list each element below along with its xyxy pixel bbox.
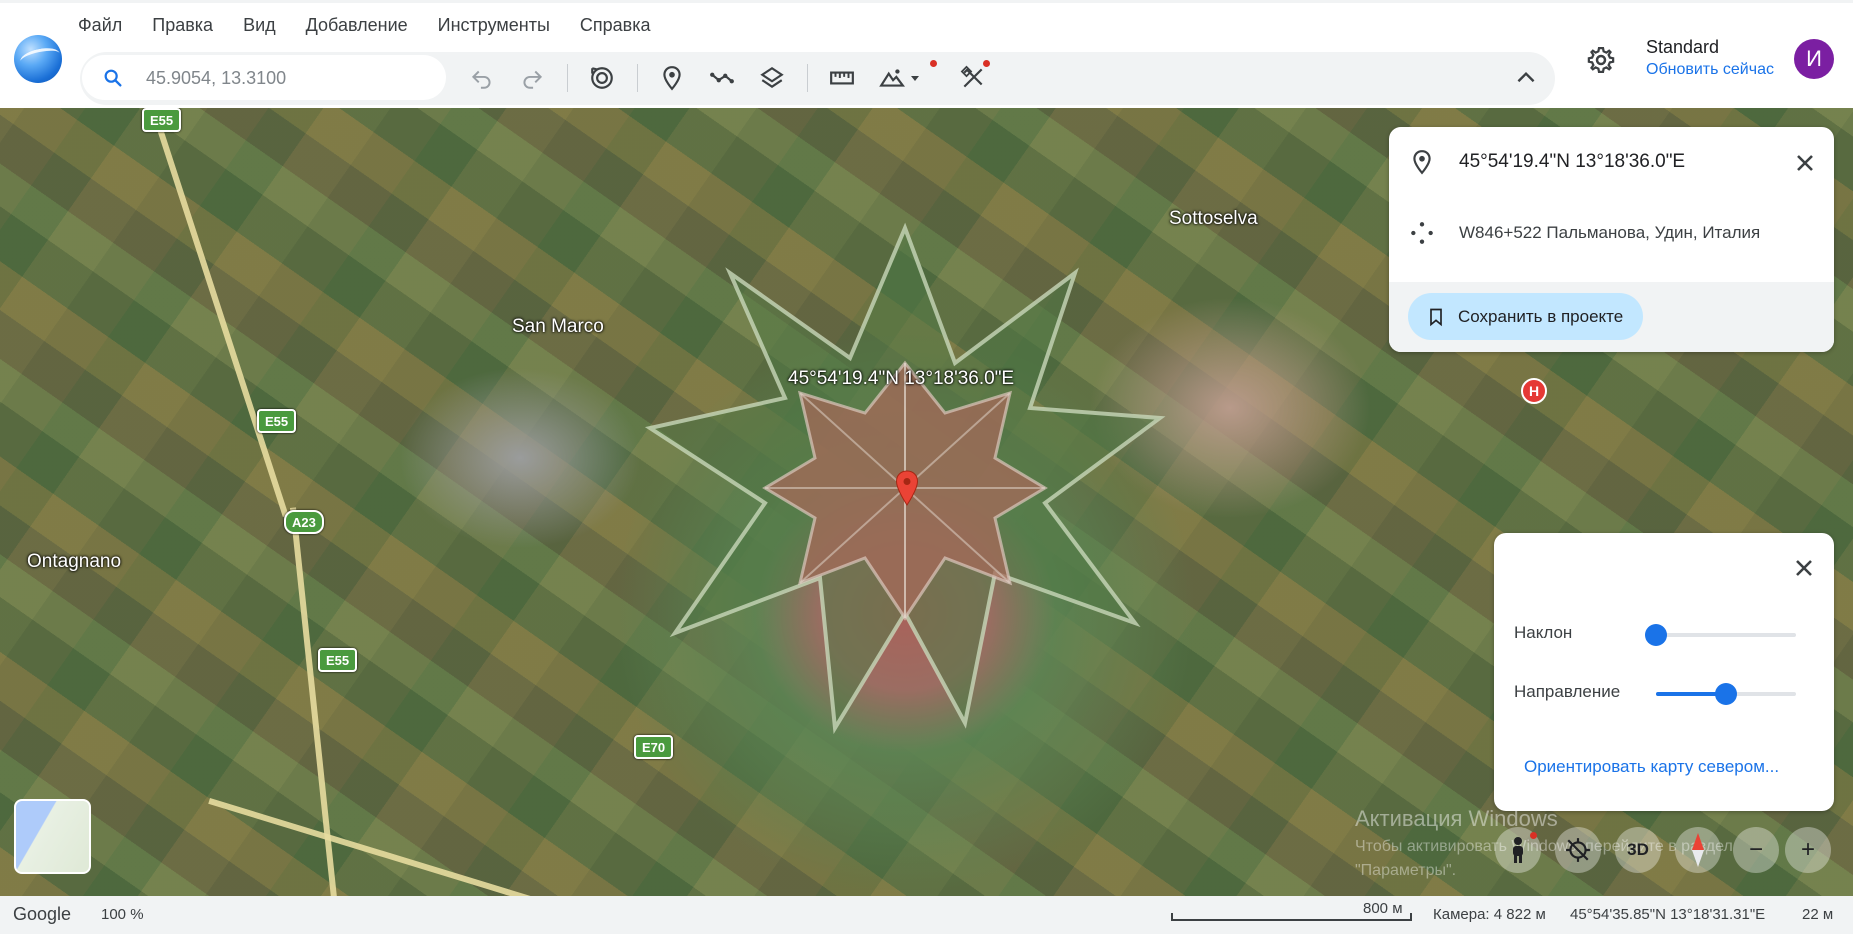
- search-box: [82, 55, 446, 100]
- road-shield-e70: E70: [634, 735, 674, 759]
- add-placemark-button[interactable]: [655, 61, 689, 95]
- terrain-icon: [879, 69, 905, 87]
- heading-label: Направление: [1514, 682, 1621, 701]
- layers-button[interactable]: [755, 61, 789, 95]
- minimap[interactable]: [14, 799, 91, 874]
- google-earth-logo[interactable]: [14, 35, 62, 83]
- search-icon[interactable]: [102, 67, 124, 89]
- chevron-up-icon: [1517, 71, 1535, 83]
- historical-imagery-icon: [591, 67, 613, 89]
- activation-watermark-text: "Параметры".: [1355, 862, 1457, 879]
- road-shield-e55: E55: [318, 648, 358, 672]
- undo-icon: [471, 70, 491, 89]
- notification-dot: [983, 60, 990, 67]
- heading-slider-knob[interactable]: [1715, 683, 1737, 705]
- plan-name: Standard: [1646, 37, 1720, 57]
- draw-tool-icon: [960, 65, 983, 88]
- heading-slider[interactable]: [1656, 683, 1796, 705]
- avatar[interactable]: И: [1794, 39, 1834, 79]
- coordinates-title: 45°54'19.4"N 13°18'36.0"E: [1459, 151, 1686, 172]
- zoom-level: 100 %: [101, 906, 144, 923]
- notification-dot: [1530, 832, 1537, 839]
- historical-imagery-button[interactable]: [585, 61, 619, 95]
- compass-icon: [1692, 833, 1704, 867]
- camera-altitude: Камера: 4 822 м: [1433, 906, 1546, 923]
- location-info-card: 45°54'19.4"N 13°18'36.0"E W846+522 Пальм…: [1389, 127, 1834, 352]
- add-placemark-icon: [663, 66, 681, 91]
- redo-button[interactable]: [515, 61, 549, 95]
- menu-add[interactable]: Добавление: [291, 15, 423, 36]
- cursor-coordinates: 45°54'35.85"N 13°18'31.31"E: [1570, 906, 1766, 923]
- hospital-icon[interactable]: H: [1521, 378, 1547, 404]
- notification-dot: [930, 60, 937, 67]
- location-off-icon: [1566, 838, 1590, 862]
- toolbar-divider: [567, 64, 568, 92]
- tilt-slider[interactable]: [1645, 624, 1796, 646]
- menu-view[interactable]: Вид: [228, 15, 291, 36]
- toolbar-divider: [637, 64, 638, 92]
- tilt-label: Наклон: [1514, 623, 1573, 642]
- tilt-slider-knob[interactable]: [1645, 624, 1667, 646]
- view-settings-panel: Наклон Направление Ориентировать карту с…: [1494, 533, 1834, 811]
- undo-button[interactable]: [465, 61, 499, 95]
- layers-icon: [760, 66, 784, 88]
- measure-button[interactable]: [825, 61, 859, 95]
- save-to-project-label: Сохранить в проекте: [1458, 306, 1624, 326]
- place-label-sottoselva: Sottoselva: [1169, 208, 1258, 229]
- chevron-down-icon: [911, 76, 919, 81]
- top-bar: Файл Правка Вид Добавление Инструменты С…: [0, 0, 1853, 108]
- pegman-icon: [1513, 837, 1523, 863]
- 3d-toggle-button[interactable]: 3D: [1615, 827, 1661, 873]
- save-to-project-button[interactable]: Сохранить в проекте: [1408, 293, 1644, 340]
- menu-file[interactable]: Файл: [78, 15, 137, 36]
- road-shield-e55: E55: [257, 409, 297, 433]
- my-location-button[interactable]: [1555, 827, 1601, 873]
- highway-e70: [208, 798, 650, 896]
- menu-help[interactable]: Справка: [565, 15, 666, 36]
- road-shield-e55: E55: [142, 108, 182, 132]
- google-logo: Google: [13, 904, 72, 924]
- close-icon[interactable]: [1791, 149, 1819, 177]
- highway-e55: [150, 108, 289, 517]
- compass-button[interactable]: [1675, 827, 1721, 873]
- zoom-in-button[interactable]: +: [1785, 827, 1831, 873]
- location-pin-icon[interactable]: [895, 470, 919, 506]
- add-path-icon: [710, 72, 734, 84]
- measure-icon: [830, 71, 854, 85]
- plus-code-address: W846+522 Пальманова, Удин, Италия: [1459, 223, 1761, 242]
- add-path-button[interactable]: [705, 61, 739, 95]
- close-icon[interactable]: [1790, 554, 1818, 582]
- update-now-link[interactable]: Обновить сейчас: [1646, 61, 1774, 79]
- elevation: 22 м: [1802, 906, 1834, 923]
- redo-icon: [523, 70, 543, 89]
- zoom-out-button[interactable]: −: [1733, 827, 1779, 873]
- scale-label: 800 м: [1363, 900, 1403, 917]
- menu-bar: Файл Правка Вид Добавление Инструменты С…: [78, 15, 666, 36]
- orient-north-link[interactable]: Ориентировать карту севером...: [1524, 757, 1779, 777]
- place-label-ontagnano: Ontagnano: [27, 551, 122, 572]
- collapse-toolbar-button[interactable]: [1509, 61, 1543, 95]
- plus-code-icon: [1411, 222, 1433, 244]
- menu-edit[interactable]: Правка: [137, 15, 228, 36]
- status-bar: Google 100 % 800 м Камера: 4 822 м 45°54…: [0, 896, 1853, 934]
- menu-tools[interactable]: Инструменты: [423, 15, 565, 36]
- pin-coordinate-label: 45°54'19.4"N 13°18'36.0"E: [788, 368, 1015, 389]
- place-label-san-marco: San Marco: [512, 316, 604, 337]
- gear-icon[interactable]: [1586, 45, 1616, 75]
- pin-outline-icon: [1413, 150, 1431, 175]
- terrain-dropdown[interactable]: [906, 61, 924, 95]
- terrain-button[interactable]: [875, 61, 909, 95]
- search-input[interactable]: [146, 63, 426, 93]
- road-shield-a23: A23: [284, 510, 324, 534]
- toolbar-divider: [807, 64, 808, 92]
- bookmark-icon: [1430, 308, 1442, 326]
